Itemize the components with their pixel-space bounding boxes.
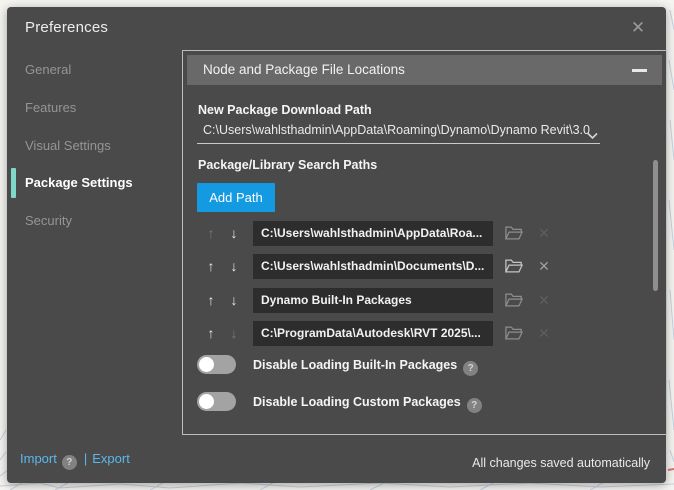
export-link[interactable]: Export bbox=[92, 451, 130, 466]
path-input[interactable]: C:\ProgramData\Autodesk\RVT 2025\... bbox=[253, 321, 493, 346]
help-icon[interactable]: ? bbox=[463, 361, 478, 376]
collapse-section-icon[interactable] bbox=[628, 55, 652, 85]
toggle-label: Disable Loading Custom Packages? bbox=[253, 392, 482, 413]
import-export-links: Import? | Export bbox=[20, 451, 130, 470]
disable-builtin-packages-toggle[interactable] bbox=[197, 355, 236, 374]
remove-path-icon[interactable]: ✕ bbox=[535, 321, 553, 346]
link-separator: | bbox=[84, 451, 87, 466]
add-path-button[interactable]: Add Path bbox=[197, 183, 275, 212]
chevron-down-icon bbox=[587, 127, 598, 145]
path-input[interactable]: C:\Users\wahlsthadmin\Documents\D... bbox=[253, 254, 493, 279]
move-up-icon[interactable]: ↑ bbox=[203, 321, 219, 346]
path-input[interactable]: C:\Users\wahlsthadmin\AppData\Roa... bbox=[253, 221, 493, 246]
package-settings-panel: Node and Package File Locations New Pack… bbox=[182, 50, 667, 435]
import-link[interactable]: Import bbox=[20, 451, 57, 466]
toggle-knob bbox=[199, 357, 214, 372]
search-path-row: ↑ ↓ C:\ProgramData\Autodesk\RVT 2025\...… bbox=[183, 321, 668, 346]
search-path-row: ↑ ↓ C:\Users\wahlsthadmin\AppData\Roa...… bbox=[183, 221, 668, 246]
search-path-row: ↑ ↓ C:\Users\wahlsthadmin\Documents\D...… bbox=[183, 254, 668, 279]
autosave-status: All changes saved automatically bbox=[472, 456, 650, 470]
active-item-accent-bar bbox=[11, 168, 16, 198]
browse-folder-icon[interactable] bbox=[505, 325, 523, 341]
dynamo-canvas-background: Preferences ✕ General Features Visual Se… bbox=[0, 0, 674, 490]
sidebar-item-visual-settings[interactable]: Visual Settings bbox=[25, 131, 111, 161]
section-header[interactable]: Node and Package File Locations bbox=[187, 55, 662, 85]
scrollbar-thumb[interactable] bbox=[653, 160, 658, 291]
preferences-dialog: Preferences ✕ General Features Visual Se… bbox=[7, 7, 666, 483]
disable-custom-packages-toggle[interactable] bbox=[197, 392, 236, 411]
browse-folder-icon[interactable] bbox=[505, 225, 523, 241]
sidebar-item-general[interactable]: General bbox=[25, 55, 71, 85]
remove-path-icon[interactable]: ✕ bbox=[535, 288, 553, 313]
download-path-dropdown[interactable]: C:\Users\wahlsthadmin\AppData\Roaming\Dy… bbox=[197, 123, 600, 144]
move-up-icon[interactable]: ↑ bbox=[203, 254, 219, 279]
remove-path-icon[interactable]: ✕ bbox=[535, 221, 553, 246]
toggle-knob bbox=[199, 394, 214, 409]
preferences-sidebar: General Features Visual Settings Package… bbox=[7, 47, 182, 447]
sidebar-item-security[interactable]: Security bbox=[25, 206, 72, 236]
close-icon[interactable]: ✕ bbox=[626, 16, 650, 40]
remove-path-icon[interactable]: ✕ bbox=[535, 254, 553, 279]
download-path-label: New Package Download Path bbox=[198, 103, 372, 117]
move-up-icon[interactable]: ↑ bbox=[203, 288, 219, 313]
toggle-row: Disable Loading Custom Packages? bbox=[183, 392, 653, 412]
search-paths-label: Package/Library Search Paths bbox=[198, 158, 377, 172]
browse-folder-icon[interactable] bbox=[505, 292, 523, 308]
move-down-icon[interactable]: ↓ bbox=[226, 254, 242, 279]
move-up-icon[interactable]: ↑ bbox=[203, 221, 219, 246]
path-input[interactable]: Dynamo Built-In Packages bbox=[253, 288, 493, 313]
sidebar-item-features[interactable]: Features bbox=[25, 93, 76, 123]
section-header-label: Node and Package File Locations bbox=[203, 55, 405, 85]
move-down-icon[interactable]: ↓ bbox=[226, 288, 242, 313]
search-path-row: ↑ ↓ Dynamo Built-In Packages ✕ bbox=[183, 288, 668, 313]
sidebar-item-package-settings[interactable]: Package Settings bbox=[25, 168, 133, 198]
download-path-value: C:\Users\wahlsthadmin\AppData\Roaming\Dy… bbox=[203, 123, 590, 137]
move-down-icon[interactable]: ↓ bbox=[226, 221, 242, 246]
move-down-icon[interactable]: ↓ bbox=[226, 321, 242, 346]
dialog-title: Preferences bbox=[25, 19, 108, 36]
help-icon[interactable]: ? bbox=[62, 455, 77, 470]
toggle-row: Disable Loading Built-In Packages? bbox=[183, 355, 653, 375]
toggle-label: Disable Loading Built-In Packages? bbox=[253, 355, 478, 376]
browse-folder-icon[interactable] bbox=[505, 258, 523, 274]
help-icon[interactable]: ? bbox=[467, 398, 482, 413]
